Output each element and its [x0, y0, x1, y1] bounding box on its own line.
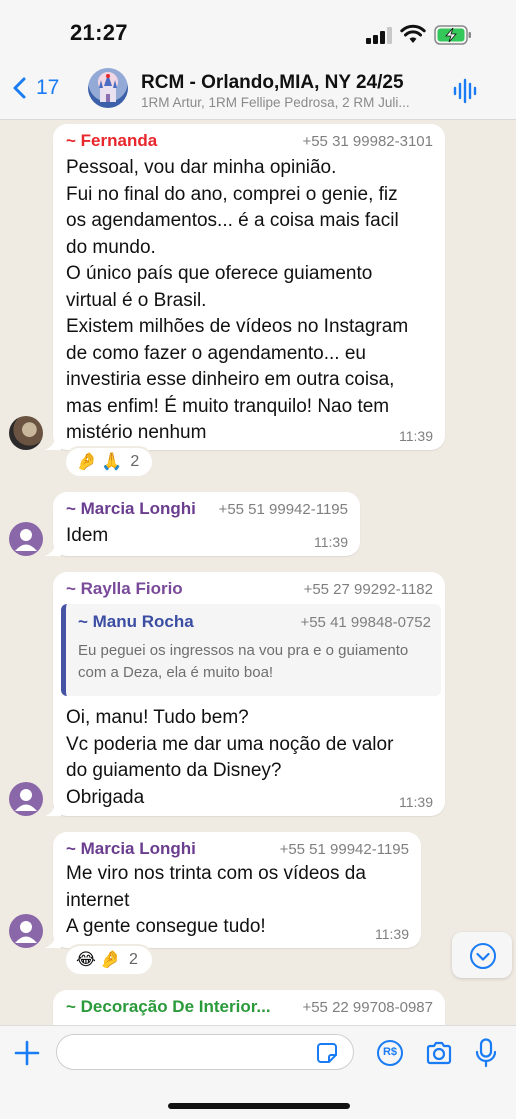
message-text: Pessoal, vou dar minha opinião. Fui no f…	[66, 157, 409, 443]
chevron-down-circle-icon	[470, 943, 496, 969]
castle-icon	[99, 74, 117, 102]
battery-charging-icon	[434, 25, 471, 45]
message-bubble[interactable]: ~ Marcia Longhi +55 51 99942-1195 Idem 1…	[45, 492, 360, 556]
message-input[interactable]	[56, 1034, 354, 1070]
quoted-sender: ~ Manu Rocha	[78, 612, 194, 631]
status-bar: 21:27	[0, 0, 516, 62]
scroll-to-bottom-button[interactable]	[452, 932, 512, 978]
pix-icon[interactable]: R$	[377, 1040, 403, 1066]
avatar[interactable]	[9, 782, 43, 816]
bubble-tail	[45, 802, 61, 816]
chat-header: 17 RCM - Orlando,MIA, NY 24/25 1RM Artur…	[0, 62, 516, 120]
wifi-icon	[400, 24, 426, 43]
reaction-count: 2	[130, 453, 140, 470]
back-button[interactable]: 17	[12, 76, 59, 100]
avatar[interactable]	[9, 416, 43, 450]
waveform-icon[interactable]	[452, 78, 478, 104]
bubble-tail	[45, 934, 61, 948]
camera-icon[interactable]	[425, 1040, 453, 1066]
message-bubble[interactable]: ~ Decoração De Interior... +55 22 99708-…	[53, 990, 445, 1025]
quoted-text: Eu peguei os ingressos na vou pra e o gu…	[78, 642, 409, 681]
sender-phone: +55 51 99942-1195	[218, 501, 348, 518]
message-sender[interactable]: ~ Marcia Longhi	[66, 499, 196, 519]
message-sender[interactable]: ~ Marcia Longhi	[66, 839, 196, 859]
reaction-emoji: 🤌	[76, 452, 98, 471]
message-bubble[interactable]: ~ Marcia Longhi +55 51 99942-1195 Me vir…	[45, 832, 421, 948]
microphone-icon[interactable]	[475, 1038, 497, 1068]
person-icon	[15, 529, 37, 551]
message-bubble[interactable]: ~ Fernanda +55 31 99982-3101 Pessoal, vo…	[45, 124, 445, 450]
message-sender[interactable]: ~ Decoração De Interior...	[66, 997, 271, 1017]
group-members[interactable]: 1RM Artur, 1RM Fellipe Pedrosa, 2 RM Jul…	[141, 95, 437, 110]
message-text: Oi, manu! Tudo bem? Vc poderia me dar um…	[66, 707, 394, 808]
chat-messages[interactable]: ~ Fernanda +55 31 99982-3101 Pessoal, vo…	[0, 120, 516, 1025]
reaction-emoji: 🤌	[99, 950, 122, 969]
group-name[interactable]: RCM - Orlando,MIA, NY 24/25	[141, 72, 404, 94]
quoted-phone: +55 41 99848-0752	[300, 614, 431, 631]
message-text: Idem	[66, 525, 109, 546]
message-time: 11:39	[375, 926, 409, 942]
reaction-count: 2	[129, 951, 138, 968]
cellular-signal-icon	[366, 26, 394, 44]
sticker-icon[interactable]	[316, 1042, 338, 1064]
sender-phone: +55 27 99292-1182	[303, 581, 433, 598]
message-reactions[interactable]: 😂 🤌 2	[64, 944, 154, 976]
message-text: Me viro nos trinta com os vídeos da inte…	[66, 863, 366, 937]
status-time: 21:27	[70, 20, 128, 45]
message-time: 11:39	[399, 428, 433, 444]
unread-count: 17	[36, 76, 60, 99]
sender-phone: +55 31 99982-3101	[302, 133, 433, 150]
message-time: 11:39	[314, 534, 348, 550]
group-avatar[interactable]	[88, 68, 128, 108]
avatar[interactable]	[9, 914, 43, 948]
reaction-emoji: 🙏	[101, 452, 123, 471]
message-reactions[interactable]: 🤌 🙏 2	[64, 446, 154, 478]
home-indicator	[168, 1103, 350, 1109]
sender-phone: +55 51 99942-1195	[279, 841, 409, 858]
quoted-message[interactable]: ~ Manu Rocha +55 41 99848-0752 Eu peguei…	[61, 604, 441, 696]
bubble-tail	[45, 542, 61, 556]
message-sender[interactable]: ~ Fernanda	[66, 131, 157, 151]
message-sender[interactable]: ~ Raylla Fiorio	[66, 579, 183, 599]
chevron-left-icon	[13, 77, 26, 99]
reaction-emoji: 😂	[76, 950, 96, 969]
message-bubble[interactable]: ~ Raylla Fiorio +55 27 99292-1182 ~ Manu…	[45, 572, 445, 816]
person-icon	[15, 921, 37, 943]
sender-phone: +55 22 99708-0987	[302, 999, 433, 1016]
person-icon	[15, 789, 37, 811]
plus-icon[interactable]	[14, 1040, 40, 1066]
message-time: 11:39	[399, 794, 433, 810]
avatar[interactable]	[9, 522, 43, 556]
bubble-tail	[45, 436, 61, 450]
